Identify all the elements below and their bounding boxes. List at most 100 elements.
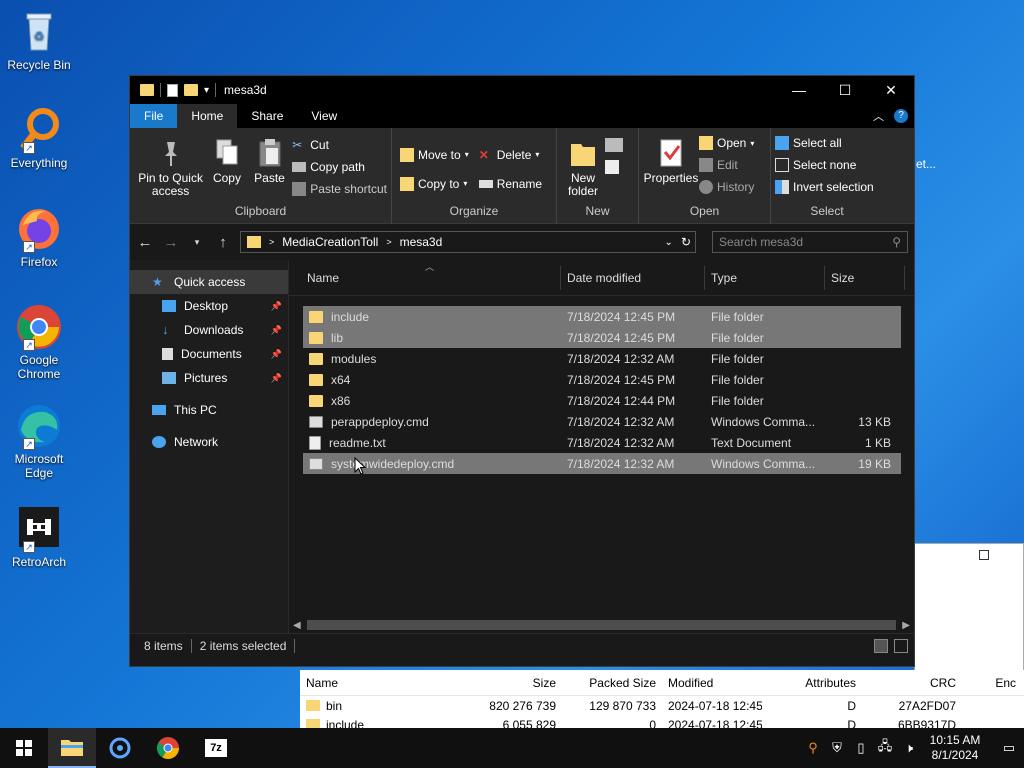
delete-button[interactable]: ✕ Delete ▾ — [479, 140, 542, 169]
invert-selection-button[interactable]: Invert selection — [775, 176, 879, 198]
new-item-icon[interactable] — [605, 138, 623, 152]
file-row[interactable]: readme.txt 7/18/2024 12:32 AM Text Documen… — [303, 432, 901, 453]
breadcrumb-separator-icon[interactable]: > — [386, 237, 391, 247]
copy-path-button[interactable]: Copy path — [292, 156, 387, 178]
clock[interactable]: 10:15 AM 8/1/2024 — [924, 733, 986, 763]
rename-button[interactable]: Rename — [478, 169, 542, 198]
refresh-icon[interactable]: ↻ — [681, 235, 695, 249]
file-row[interactable]: systemwidedeploy.cmd 7/18/2024 12:32 AM Wi… — [303, 453, 901, 474]
pin-icon[interactable]: 📌 — [271, 349, 282, 360]
taskbar-chrome[interactable] — [144, 728, 192, 768]
new-folder-quick-icon[interactable] — [184, 84, 198, 96]
desktop-icon-recycle-bin[interactable]: ♻ Recycle Bin — [4, 8, 74, 72]
file-explorer-window[interactable]: ▾ mesa3d — ☐ ✕ File Home Share View ︿ ? … — [129, 75, 915, 667]
file-row[interactable]: x64 7/18/2024 12:45 PM File folder — [303, 369, 901, 390]
column-header-date[interactable]: Date modified — [561, 265, 705, 290]
nav-network[interactable]: Network — [130, 430, 288, 454]
pin-icon[interactable]: 📌 — [271, 325, 282, 336]
scroll-left-icon[interactable]: ◀ — [293, 620, 301, 631]
select-all-button[interactable]: Select all — [775, 132, 879, 154]
column-header-type[interactable]: Type — [705, 265, 825, 290]
forward-arrow-icon[interactable]: → — [162, 234, 180, 251]
pin-icon[interactable]: 📌 — [271, 373, 282, 384]
open-button[interactable]: Open ▾ — [699, 132, 754, 154]
taskbar-7zip[interactable]: 7z — [192, 728, 240, 768]
everything-tray-icon[interactable]: ⚲ — [804, 739, 822, 757]
properties-button[interactable]: Properties — [643, 132, 699, 198]
breadcrumb-separator-icon[interactable]: > — [269, 237, 274, 247]
file-row[interactable]: lib 7/18/2024 12:45 PM File folder — [303, 327, 901, 348]
navigation-pane[interactable]: ★ Quick access Desktop 📌 ↓ Downloads 📌 Docum… — [130, 260, 288, 633]
paste-button[interactable]: Paste — [247, 132, 293, 200]
desktop-icon-edge[interactable]: ↗ Microsoft Edge — [4, 402, 74, 480]
nav-quick-access[interactable]: ★ Quick access — [130, 270, 288, 294]
easy-access-icon[interactable] — [605, 160, 619, 174]
column-header[interactable]: CRC — [862, 676, 962, 690]
scrollbar-thumb[interactable] — [306, 620, 897, 630]
tab-home[interactable]: Home — [177, 104, 238, 128]
tab-file[interactable]: File — [130, 104, 178, 128]
column-header-size[interactable]: Size — [825, 265, 905, 290]
column-header[interactable]: Packed Size — [562, 676, 662, 690]
security-shield-icon[interactable]: ⛨ — [828, 739, 846, 757]
tab-view[interactable]: View — [297, 104, 351, 128]
title-bar[interactable]: ▾ mesa3d — ☐ ✕ — [130, 76, 914, 104]
minimize-button[interactable]: — — [776, 76, 822, 104]
column-header[interactable]: Name — [300, 676, 462, 690]
close-button[interactable]: ✕ — [868, 76, 914, 104]
address-bar[interactable]: > MediaCreationToll > mesa3d ⌄ ↻ — [240, 231, 696, 253]
archive-row[interactable]: bin 820 276 739 129 870 733 2024-07-18 12:4… — [300, 696, 1024, 715]
customize-toolbar-icon[interactable]: ▾ — [204, 85, 209, 96]
history-button[interactable]: History — [699, 176, 754, 198]
scroll-right-icon[interactable]: ▶ — [902, 620, 910, 631]
nav-this-pc[interactable]: This PC — [130, 398, 288, 422]
horizontal-scrollbar[interactable]: ◀ ▶ — [289, 617, 914, 633]
large-icons-view-icon[interactable] — [894, 638, 908, 653]
usb-icon[interactable]: ▯ — [852, 739, 870, 757]
file-row[interactable]: x86 7/18/2024 12:44 PM File folder — [303, 390, 901, 411]
nav-item-documents[interactable]: Documents 📌 — [130, 342, 288, 366]
notifications-icon[interactable]: ▭ — [1000, 739, 1018, 757]
recent-locations-icon[interactable]: ▾ — [188, 237, 206, 248]
edit-button[interactable]: Edit — [699, 154, 754, 176]
details-view-icon[interactable] — [874, 638, 888, 653]
start-button[interactable] — [0, 728, 48, 768]
column-header[interactable]: Attributes — [762, 676, 862, 690]
pin-icon[interactable]: 📌 — [271, 301, 282, 312]
volume-muted-icon[interactable]: 🕨 — [900, 739, 918, 757]
cut-button[interactable]: ✂ Cut — [292, 134, 387, 156]
maximize-button[interactable]: ☐ — [822, 76, 868, 104]
file-row[interactable]: perappdeploy.cmd 7/18/2024 12:32 AM Window… — [303, 411, 901, 432]
properties-quick-icon[interactable] — [167, 83, 178, 97]
breadcrumb-item[interactable]: MediaCreationToll — [282, 235, 378, 249]
sevenzip-file-list[interactable]: Name Size Packed Size Modified Attribute… — [300, 670, 1024, 751]
breadcrumb-item[interactable]: mesa3d — [400, 235, 443, 249]
desktop-icon-retroarch[interactable]: ↗ RetroArch — [4, 505, 74, 569]
desktop-icon-everything[interactable]: ↗ Everything — [4, 106, 74, 170]
column-header[interactable]: Enc — [962, 676, 1022, 690]
maximize-icon[interactable] — [979, 550, 989, 560]
address-dropdown-icon[interactable]: ⌄ — [665, 237, 673, 248]
copy-to-button[interactable]: Copy to ▾ — [400, 169, 469, 198]
new-folder-button[interactable]: New folder — [561, 132, 605, 198]
taskbar-file-explorer[interactable] — [48, 728, 96, 768]
search-box[interactable]: Search mesa3d ⚲ — [712, 231, 908, 253]
copy-button[interactable]: Copy — [207, 132, 247, 200]
file-row[interactable]: include 7/18/2024 12:45 PM File folder — [303, 306, 901, 327]
back-arrow-icon[interactable]: ← — [136, 234, 154, 251]
help-icon[interactable]: ? — [894, 109, 908, 123]
nav-item-downloads[interactable]: ↓ Downloads 📌 — [130, 318, 288, 342]
desktop-icon-firefox[interactable]: ↗ Firefox — [4, 205, 74, 269]
desktop-icon-chrome[interactable]: ↗ Google Chrome — [4, 303, 74, 381]
paste-shortcut-button[interactable]: Paste shortcut — [292, 178, 387, 200]
select-none-button[interactable]: Select none — [775, 154, 879, 176]
file-row[interactable]: modules 7/18/2024 12:32 AM File folder — [303, 348, 901, 369]
search-input[interactable]: Search mesa3d — [719, 235, 803, 249]
up-arrow-icon[interactable]: ↑ — [214, 234, 232, 251]
network-tray-icon[interactable]: 🖧 — [876, 738, 894, 757]
pin-to-quick-access-button[interactable]: Pin to Quick access — [134, 132, 207, 200]
file-list-pane[interactable]: Name Date modified Type Size ︿ include 7/… — [288, 260, 914, 633]
move-to-button[interactable]: Move to ▾ — [400, 140, 469, 169]
nav-item-desktop[interactable]: Desktop 📌 — [130, 294, 288, 318]
column-header[interactable]: Modified — [662, 676, 762, 690]
